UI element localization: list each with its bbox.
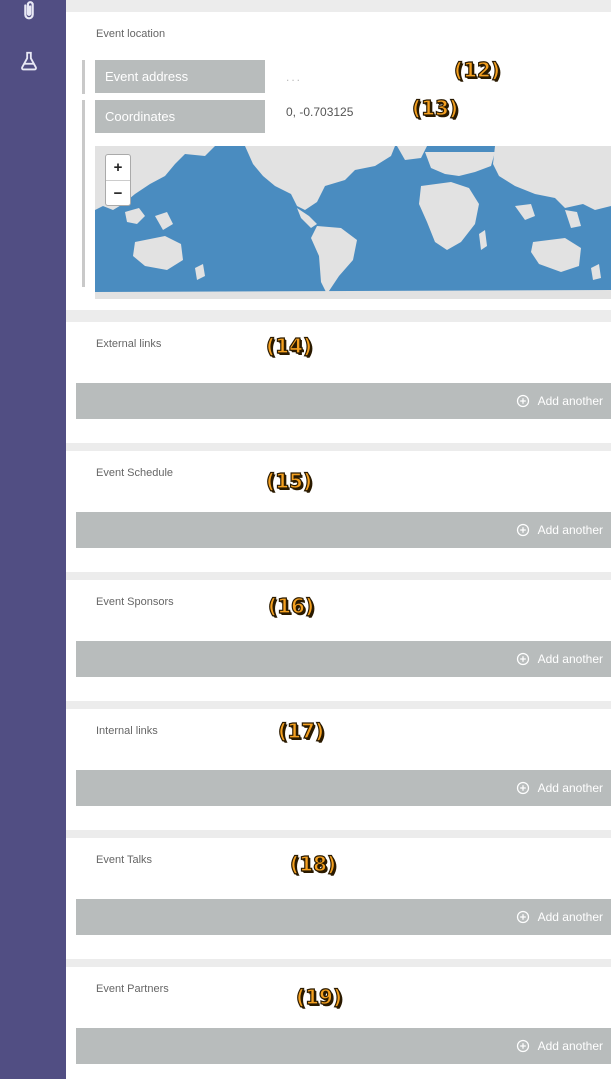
event-address-value[interactable]: ... [286,70,302,84]
event-talks-add-button[interactable]: Add another [76,899,611,935]
add-another-label: Add another [537,523,603,537]
add-another-label: Add another [537,1039,603,1053]
coordinates-value[interactable]: 0, -0.703125 [286,105,353,119]
address-field-bar [82,60,85,94]
annotation-badge-13: (13) [411,95,459,120]
event-talks-title: Event Talks [96,854,153,866]
plus-circle-icon [516,910,530,924]
zoom-in-button[interactable]: + [106,155,130,181]
annotation-badge-17: (17) [277,718,325,743]
plus-circle-icon [516,523,530,537]
zoom-out-button[interactable]: − [106,181,130,206]
internal-links-add-button[interactable]: Add another [76,770,611,806]
annotation-badge-15: (15) [265,468,313,493]
world-map-land [95,146,611,299]
coordinates-field-bar [82,100,85,287]
world-map[interactable]: + − [95,146,611,299]
main-content: Event location Event address ... Coordin… [66,0,611,1079]
event-schedule-panel: Event Schedule (15) Add another [66,451,611,572]
event-schedule-add-button[interactable]: Add another [76,512,611,548]
event-sponsors-panel: Event Sponsors (16) Add another [66,580,611,701]
sidebar [0,0,66,1079]
event-address-label: Event address [95,60,265,93]
map-zoom-control: + − [105,154,131,206]
event-location-title: Event location [96,28,166,40]
internal-links-panel: Internal links (17) Add another [66,709,611,830]
plus-circle-icon [516,1039,530,1053]
annotation-badge-12: (12) [453,57,501,82]
flask-icon[interactable] [18,50,40,72]
external-links-panel: External links (14) Add another [66,322,611,443]
annotation-badge-19: (19) [295,984,343,1009]
add-another-label: Add another [537,394,603,408]
add-another-label: Add another [537,910,603,924]
plus-circle-icon [516,394,530,408]
external-links-title: External links [96,338,162,350]
event-talks-panel: Event Talks (18) Add another [66,838,611,959]
event-partners-title: Event Partners [96,983,169,995]
internal-links-title: Internal links [96,725,158,737]
event-schedule-title: Event Schedule [96,467,174,479]
paperclip-icon[interactable] [18,0,40,22]
add-another-label: Add another [537,652,603,666]
plus-circle-icon [516,781,530,795]
coordinates-label: Coordinates [95,100,265,133]
add-another-label: Add another [537,781,603,795]
annotation-badge-14: (14) [265,333,313,358]
event-sponsors-title: Event Sponsors [96,596,174,608]
annotation-badge-18: (18) [289,851,337,876]
event-sponsors-add-button[interactable]: Add another [76,641,611,677]
annotation-badge-16: (16) [267,593,315,618]
external-links-add-button[interactable]: Add another [76,383,611,419]
event-partners-add-button[interactable]: Add another [76,1028,611,1064]
event-partners-panel: Event Partners (19) Add another [66,967,611,1079]
plus-circle-icon [516,652,530,666]
